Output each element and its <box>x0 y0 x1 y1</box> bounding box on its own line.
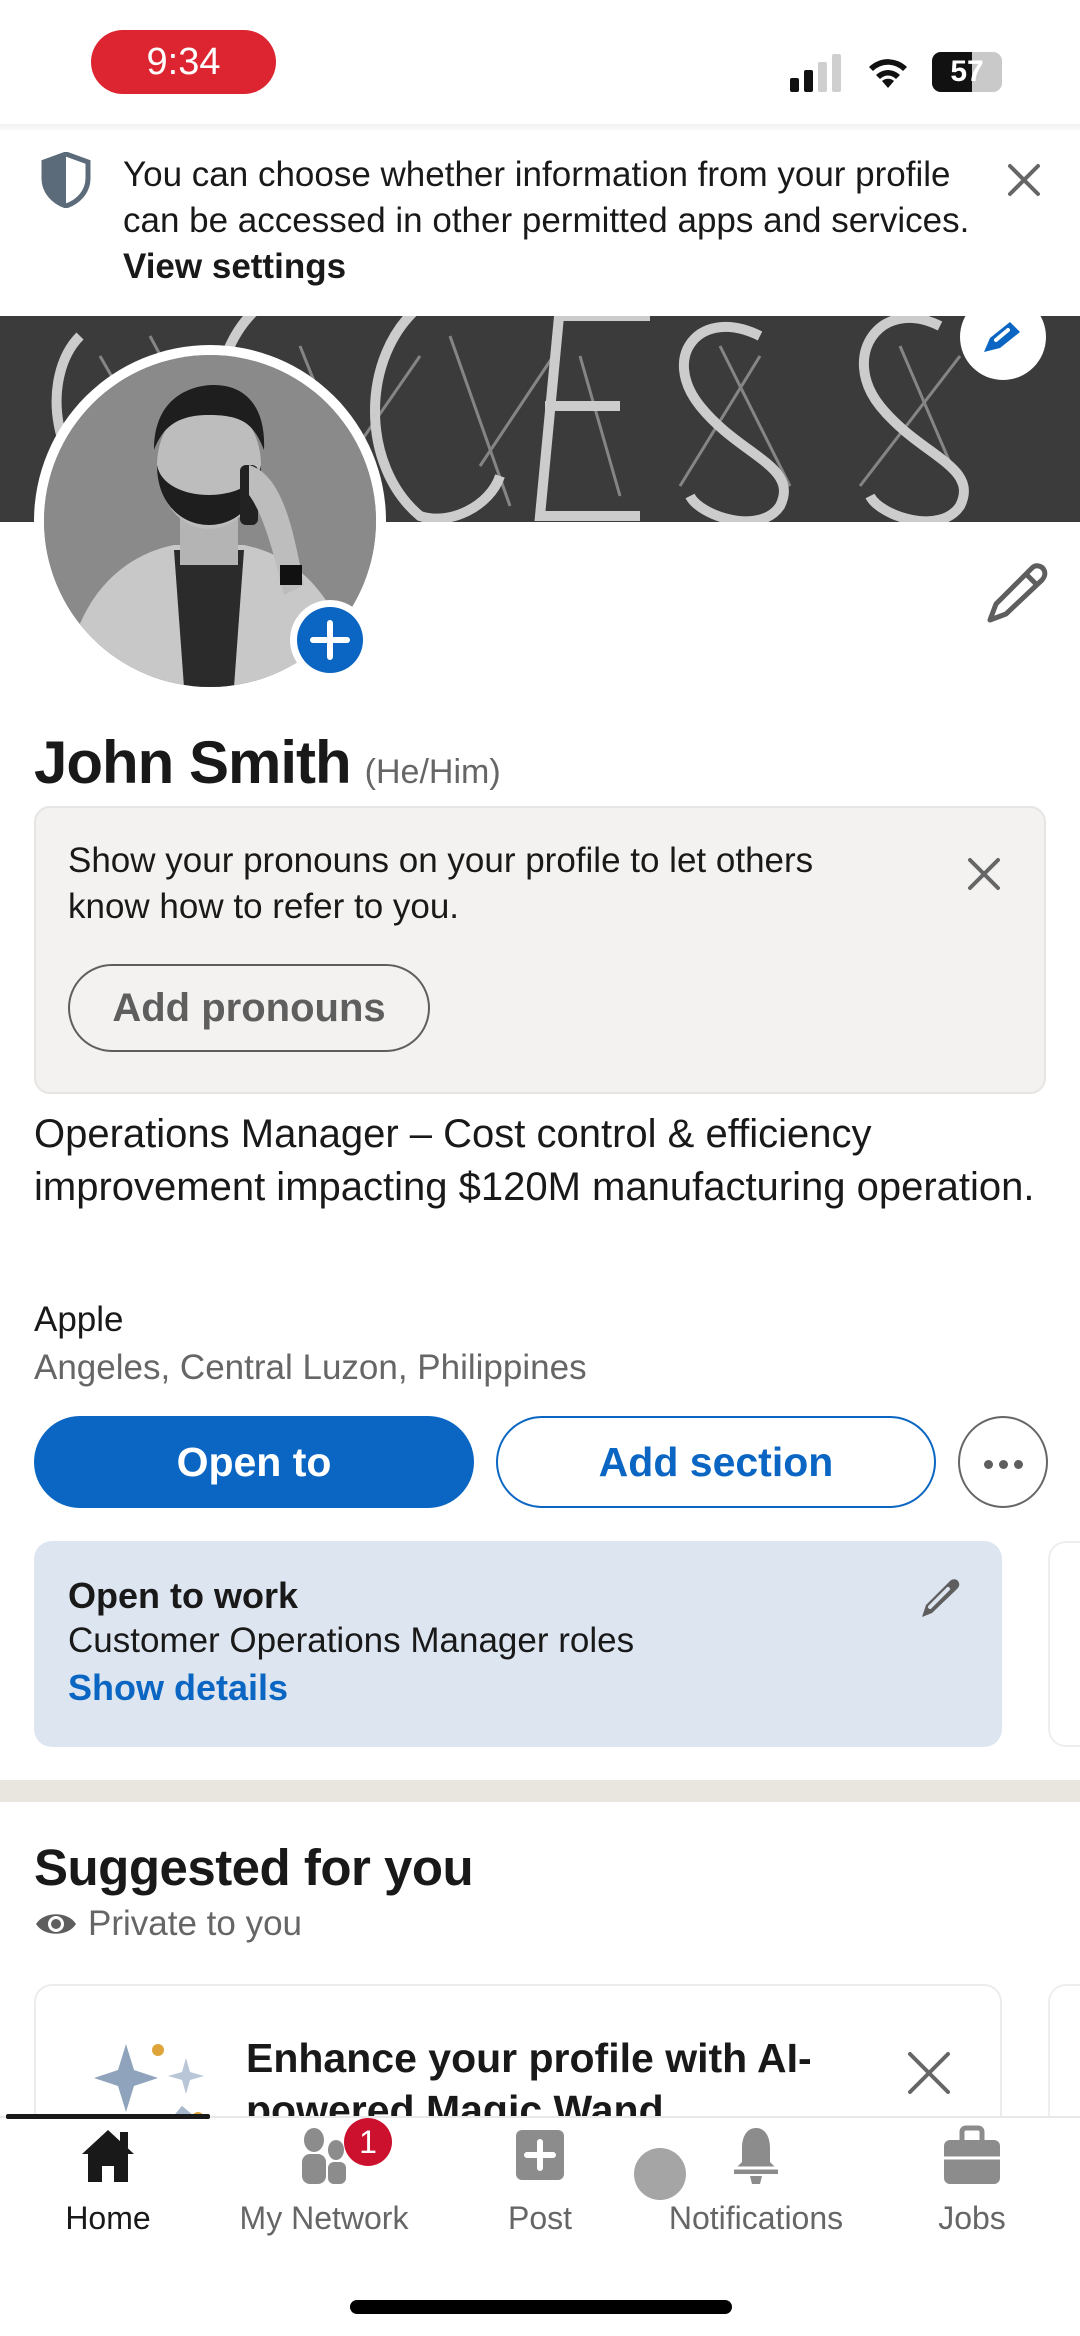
eye-icon <box>36 1914 76 1934</box>
private-to-you: Private to you <box>34 1904 302 1944</box>
add-pronouns-button[interactable]: Add pronouns <box>68 964 430 1052</box>
show-details-link[interactable]: Show details <box>68 1667 288 1709</box>
tab-notifications[interactable]: Notifications <box>656 2124 856 2254</box>
profile-location: Angeles, Central Luzon, Philippines <box>34 1348 587 1387</box>
add-section-button[interactable]: Add section <box>496 1416 936 1508</box>
profile-name: John Smith <box>34 729 352 796</box>
tab-label: Jobs <box>938 2200 1006 2236</box>
open-to-work-card[interactable]: Open to work Customer Operations Manager… <box>34 1541 1002 1747</box>
tab-post[interactable]: Post <box>440 2124 640 2254</box>
tab-label: My Network <box>239 2200 409 2236</box>
add-photo-button[interactable] <box>290 600 370 680</box>
active-tab-indicator <box>6 2114 210 2119</box>
bell-icon <box>734 2128 778 2184</box>
tab-label: Home <box>65 2200 151 2236</box>
touch-indicator <box>634 2148 686 2200</box>
home-icon <box>82 2130 134 2182</box>
edit-cover-button[interactable] <box>960 294 1046 380</box>
notification-badge: 1 <box>344 2118 392 2166</box>
battery-indicator: 57 <box>932 52 1002 92</box>
tab-jobs[interactable]: Jobs <box>872 2124 1072 2254</box>
tab-home[interactable]: Home <box>8 2124 208 2254</box>
tab-label: Notifications <box>668 2200 844 2236</box>
open-to-button[interactable]: Open to <box>34 1416 474 1508</box>
close-icon[interactable] <box>964 854 1004 894</box>
status-time[interactable]: 9:34 <box>91 30 276 94</box>
cellular-signal-icon <box>790 52 846 92</box>
status-bar: 9:34 57 <box>0 0 1080 126</box>
wifi-icon <box>869 59 907 88</box>
post-icon <box>516 2130 564 2180</box>
open-to-work-title: Open to work <box>68 1575 299 1616</box>
close-icon[interactable] <box>904 2048 954 2098</box>
pencil-icon[interactable] <box>980 558 1050 628</box>
shield-icon <box>41 152 91 208</box>
pronoun-prompt-card: Show your pronouns on your profile to le… <box>34 806 1046 1094</box>
tab-my-network[interactable]: 1 My Network <box>224 2118 424 2254</box>
profile-pronouns: (He/Him) <box>364 753 501 791</box>
section-divider <box>0 1780 1080 1802</box>
more-options-button[interactable] <box>958 1416 1048 1508</box>
privacy-banner-text: You can choose whether information from … <box>123 152 983 290</box>
home-indicator[interactable] <box>350 2300 732 2314</box>
view-settings-link[interactable]: View settings <box>123 247 346 286</box>
open-to-work-roles: Customer Operations Manager roles <box>68 1621 635 1660</box>
pronoun-prompt-text: Show your pronouns on your profile to le… <box>68 841 814 926</box>
pencil-icon <box>984 322 1020 352</box>
pencil-icon[interactable] <box>914 1573 964 1623</box>
name-row: John Smith (He/Him) <box>34 728 501 797</box>
profile-company[interactable]: Apple <box>34 1300 124 1340</box>
profile-headline: Operations Manager – Cost control & effi… <box>34 1112 1035 1209</box>
battery-percent: 57 <box>950 55 984 88</box>
private-label: Private to you <box>88 1904 302 1943</box>
tab-label: Post <box>507 2200 573 2236</box>
privacy-message: You can choose whether information from … <box>123 155 970 240</box>
next-card-peek[interactable] <box>1048 1541 1080 1747</box>
plus-icon <box>310 620 350 660</box>
close-icon[interactable] <box>1004 160 1044 200</box>
briefcase-icon <box>944 2125 1000 2184</box>
suggested-title: Suggested for you <box>34 1839 474 1896</box>
